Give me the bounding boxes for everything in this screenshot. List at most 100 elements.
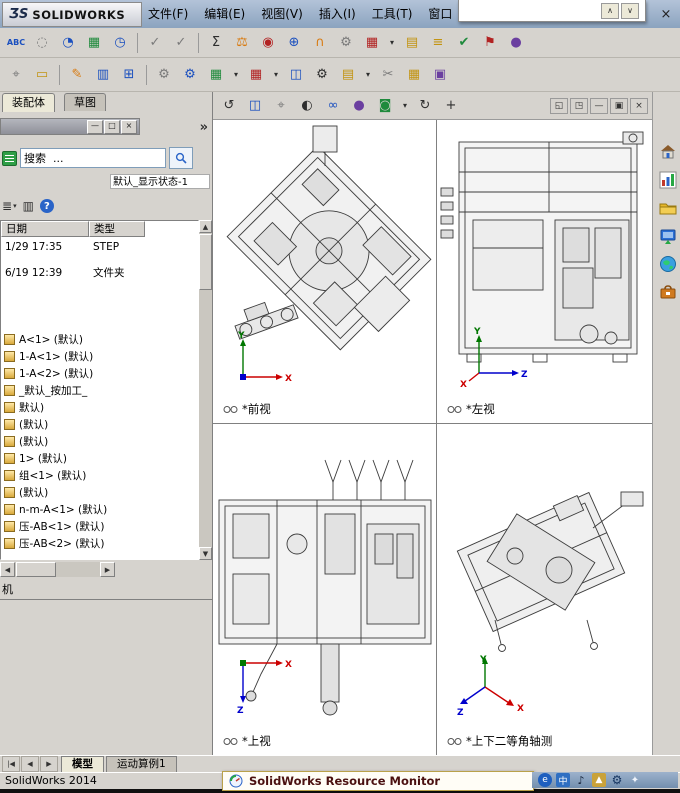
verify-check-icon[interactable]: ✓	[169, 31, 193, 55]
tree-item[interactable]: A<1> (默认)	[4, 331, 197, 348]
scene-icon[interactable]: ◙	[373, 94, 397, 118]
tree-item[interactable]: (默认)	[4, 484, 197, 501]
restore-icon[interactable]: ▣	[610, 97, 628, 114]
column-header-date[interactable]: 日期	[1, 221, 89, 237]
viewport-left[interactable]: Y X Z *左视	[437, 120, 652, 423]
columns-icon[interactable]: ▥	[23, 199, 34, 213]
gear-icon[interactable]: ⚙	[334, 31, 358, 55]
view-orientation-icon[interactable]: ⌖	[269, 94, 293, 118]
cascade-windows-icon[interactable]: ◳	[570, 97, 588, 114]
scroll-up-icon[interactable]: ▲	[199, 220, 212, 233]
floating-toolbar-window[interactable]: ∧ ∨	[458, 0, 646, 22]
pan-view-icon[interactable]: +	[439, 94, 463, 118]
chevron-down-icon[interactable]: ▾	[230, 63, 242, 87]
display-update-icon[interactable]	[656, 224, 680, 248]
shield-icon[interactable]: ▲	[592, 773, 606, 787]
design-table-icon[interactable]: ▦	[360, 31, 384, 55]
gear-icon[interactable]: ⚙	[610, 773, 624, 787]
verify-check-icon[interactable]: ✓	[143, 31, 167, 55]
equations-icon[interactable]: Σ	[204, 31, 228, 55]
minimize-icon[interactable]: —	[87, 119, 103, 134]
measure-icon[interactable]: ◷	[108, 31, 132, 55]
hide-show-icon[interactable]: ∞	[321, 94, 345, 118]
menu-edit[interactable]: 编辑(E)	[196, 0, 253, 28]
viewport-front[interactable]: Y X *前视	[213, 120, 436, 423]
mass-properties-icon[interactable]: ⚖	[230, 31, 254, 55]
tree-item[interactable]: (默认)	[4, 416, 197, 433]
hole-grid-icon[interactable]: ▦	[82, 31, 106, 55]
tab-scroll-right-icon[interactable]: ▶	[40, 756, 58, 772]
interference-icon[interactable]: ⊕	[282, 31, 306, 55]
home-icon[interactable]	[656, 140, 680, 164]
menu-window[interactable]: 窗口	[420, 0, 460, 28]
resource-monitor-popup[interactable]: SolidWorks Resource Monitor	[222, 771, 534, 791]
expand-chevrons-icon[interactable]: »	[200, 120, 208, 135]
scroll-down-icon[interactable]: ▼	[199, 547, 212, 560]
tree-item[interactable]: 1-A<1> (默认)	[4, 348, 197, 365]
amber-grid-icon[interactable]: ▦	[402, 63, 426, 87]
zoom-window-icon[interactable]: ⊞	[117, 63, 141, 87]
scroll-left-icon[interactable]: ◀	[0, 562, 15, 577]
viewport-top[interactable]: X Z *上视	[213, 424, 436, 755]
pattern-grid-icon[interactable]: ▦	[204, 63, 228, 87]
check-circle-icon[interactable]: ✔	[452, 31, 476, 55]
vertical-scrollbar[interactable]: ▲ ▼	[199, 220, 212, 560]
close-icon[interactable]: ×	[630, 97, 648, 114]
scissors-icon[interactable]: ✂	[376, 63, 400, 87]
docked-window-titlebar[interactable]: — □ ×	[0, 118, 140, 135]
list-view-icon[interactable]: ≣ ▾	[2, 199, 17, 213]
tree-item[interactable]: 默认)	[4, 399, 197, 416]
tab-assembly[interactable]: 装配体	[2, 93, 55, 112]
previous-view-icon[interactable]: ↺	[217, 94, 241, 118]
tree-item[interactable]: 1> (默认)	[4, 450, 197, 467]
table-red-icon[interactable]: ▦	[244, 63, 268, 87]
rotate-view-icon[interactable]: ↻	[413, 94, 437, 118]
maximize-icon[interactable]: □	[104, 119, 120, 134]
horizontal-scrollbar[interactable]: ◀ ▶	[0, 562, 115, 577]
browser-icon[interactable]: e	[538, 773, 552, 787]
chevron-down-icon[interactable]: ▾	[270, 63, 282, 87]
display-style-icon[interactable]: ◐	[295, 94, 319, 118]
close-icon[interactable]: ×	[121, 119, 137, 134]
file-row[interactable]: 1/29 17:35 STEP	[1, 239, 198, 256]
folder-icon[interactable]	[656, 196, 680, 220]
chevron-down-icon[interactable]: ▾	[399, 94, 411, 118]
gear-pair-icon[interactable]: ⚙	[152, 63, 176, 87]
layer-stack-icon[interactable]: ≡	[426, 31, 450, 55]
image-box-icon[interactable]: ▣	[428, 63, 452, 87]
tree-item[interactable]: 压-AB<2> (默认)	[4, 535, 197, 552]
menu-file[interactable]: 文件(F)	[140, 0, 196, 28]
scrollbar-thumb[interactable]	[199, 234, 212, 290]
menu-view[interactable]: 视图(V)	[253, 0, 311, 28]
menu-insert[interactable]: 插入(I)	[311, 0, 364, 28]
resources-chart-icon[interactable]	[656, 168, 680, 192]
sensor-icon[interactable]: ◉	[256, 31, 280, 55]
bom-grid-icon[interactable]: ▤	[400, 31, 424, 55]
pencil-icon[interactable]: ✎	[65, 63, 89, 87]
volume-icon[interactable]: ♪	[574, 773, 588, 787]
tab-model[interactable]: 模型	[61, 756, 104, 772]
column-header-type[interactable]: 类型	[89, 221, 145, 237]
tile-windows-icon[interactable]: ◱	[550, 97, 568, 114]
doc-strip-icon[interactable]: ▭	[30, 63, 54, 87]
chevron-up-icon[interactable]: ∧	[601, 2, 619, 19]
spell-check-icon[interactable]: ABC	[4, 31, 28, 55]
appearance-sphere-icon[interactable]: ●	[504, 31, 528, 55]
menu-tools[interactable]: 工具(T)	[364, 0, 421, 28]
pin-icon[interactable]: ⌖	[4, 63, 28, 87]
scroll-right-icon[interactable]: ▶	[100, 562, 115, 577]
gold-grid-icon[interactable]: ▤	[336, 63, 360, 87]
tab-sketch[interactable]: 草图	[64, 93, 106, 111]
update-icon[interactable]: ◔	[56, 31, 80, 55]
small-gear-icon[interactable]: ⚙	[310, 63, 334, 87]
flag-icon[interactable]: ⚑	[478, 31, 502, 55]
tree-item[interactable]: n-m-A<1> (默认)	[4, 501, 197, 518]
tab-scroll-left-icon[interactable]: ◀	[21, 756, 39, 772]
chevron-down-icon[interactable]: ▾	[386, 31, 398, 55]
tree-item[interactable]: 组<1> (默认)	[4, 467, 197, 484]
globe-icon[interactable]	[656, 252, 680, 276]
mate-icon[interactable]: ∩	[308, 31, 332, 55]
appearance-icon[interactable]: ●	[347, 94, 371, 118]
close-icon[interactable]: ×	[657, 5, 675, 23]
tree-item[interactable]: _默认_按加工_	[4, 382, 197, 399]
